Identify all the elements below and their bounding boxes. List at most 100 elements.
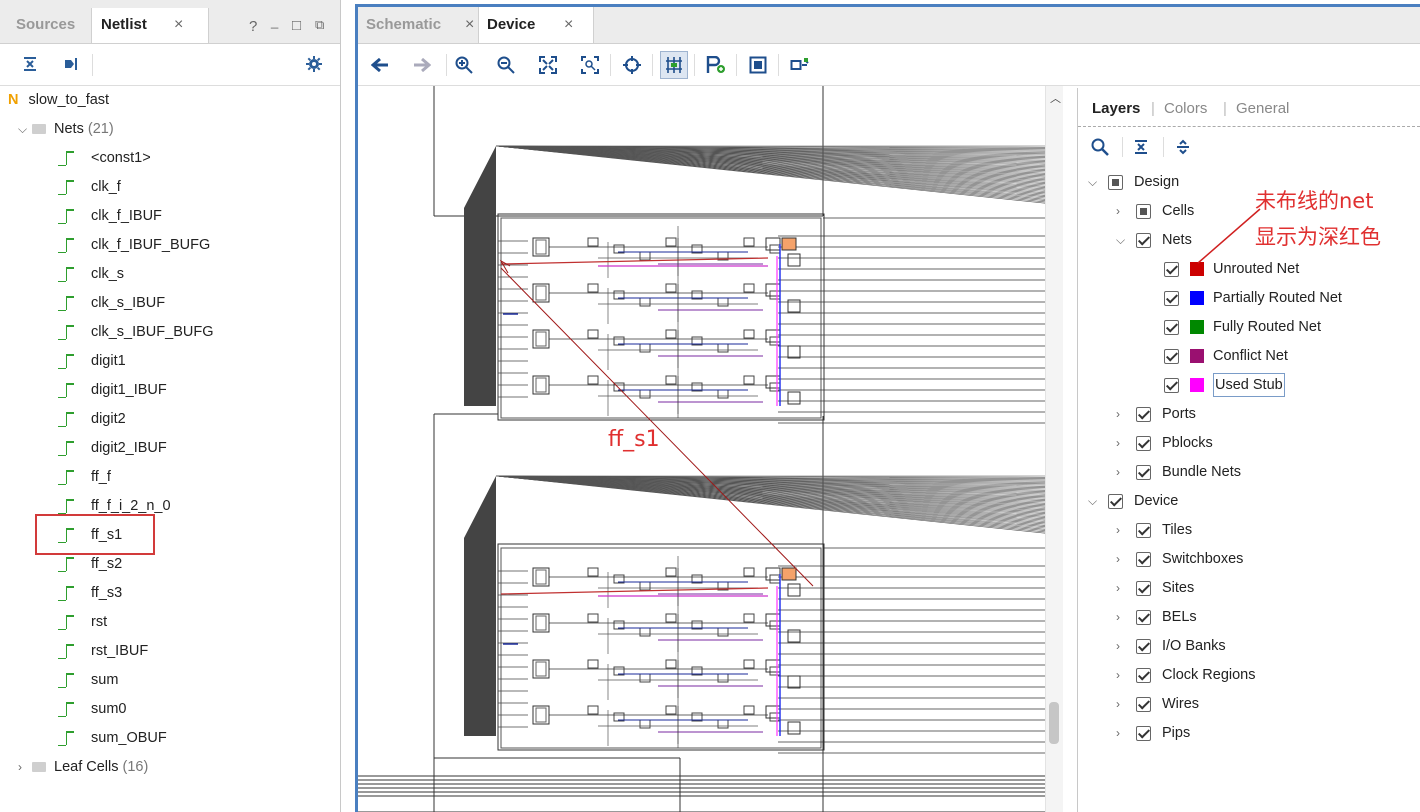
layer-checkbox[interactable] [1136, 696, 1151, 712]
layer-item[interactable]: › Wires [1116, 690, 1199, 719]
pblock-icon[interactable] [744, 51, 772, 79]
layer-item[interactable]: › Sites [1116, 574, 1194, 603]
close-icon[interactable]: × [465, 7, 474, 43]
layer-checkbox[interactable] [1136, 232, 1151, 248]
tree-nets-folder[interactable]: ⌵ Nets (21) [18, 115, 114, 144]
layer-checkbox[interactable] [1136, 522, 1151, 538]
add-pblock-icon[interactable] [702, 51, 730, 79]
collapse-all-icon[interactable] [1127, 133, 1155, 161]
tab-schematic[interactable]: Schematic × [358, 7, 484, 43]
layer-checkbox[interactable] [1164, 319, 1179, 335]
chevron-right-icon[interactable]: › [1116, 429, 1130, 458]
chevron-right-icon[interactable]: › [1116, 632, 1130, 661]
chevron-right-icon[interactable]: › [1116, 458, 1130, 487]
routing-resources-icon[interactable] [660, 51, 688, 79]
color-swatch[interactable] [1190, 320, 1204, 335]
layer-checkbox[interactable] [1164, 348, 1179, 364]
chevron-down-icon[interactable]: ⌵ [1116, 226, 1130, 255]
zoom-selection-icon[interactable] [576, 51, 604, 79]
layer-item[interactable]: › I/O Banks [1116, 632, 1226, 661]
net-item[interactable]: rst [58, 608, 107, 637]
net-item[interactable]: ff_s3 [58, 579, 122, 608]
net-item[interactable]: clk_f [58, 173, 121, 202]
tab-layers[interactable]: Layers [1092, 100, 1140, 117]
tree-root[interactable]: Nslow_to_fast [8, 86, 109, 115]
vertical-scrollbar[interactable]: ︿ [1045, 86, 1063, 812]
net-item[interactable]: digit1 [58, 347, 126, 376]
layer-item[interactable]: Partially Routed Net [1164, 284, 1342, 313]
layer-item[interactable]: ⌵ Nets [1116, 226, 1192, 255]
layer-checkbox[interactable] [1136, 725, 1151, 741]
scrollbar-thumb[interactable] [1049, 702, 1059, 744]
color-swatch[interactable] [1190, 349, 1204, 364]
tree-leaf-cells-folder[interactable]: › Leaf Cells (16) [18, 753, 148, 782]
device-canvas[interactable]: ff_s1 [358, 86, 1045, 812]
chevron-right-icon[interactable]: › [1116, 545, 1130, 574]
back-icon[interactable] [366, 51, 394, 79]
chevron-down-icon[interactable]: ⌵ [18, 115, 32, 144]
layer-item[interactable]: ⌵ Device [1088, 487, 1178, 516]
chevron-right-icon[interactable]: › [1116, 603, 1130, 632]
layer-checkbox[interactable] [1136, 580, 1151, 596]
minimize-icon[interactable]: _ [271, 14, 278, 29]
tab-colors[interactable]: Colors [1164, 100, 1207, 117]
net-item[interactable]: clk_f_IBUF_BUFG [58, 231, 210, 260]
layer-item[interactable]: ⌵ Design [1088, 168, 1179, 197]
chevron-right-icon[interactable]: › [1116, 690, 1130, 719]
chevron-right-icon[interactable]: › [1116, 574, 1130, 603]
float-icon[interactable]: ⧉ [315, 17, 324, 33]
net-item[interactable]: sum_OBUF [58, 724, 167, 753]
layer-item[interactable]: › Bundle Nets [1116, 458, 1241, 487]
tab-sources[interactable]: Sources [7, 8, 84, 43]
layer-item[interactable]: Conflict Net [1164, 342, 1288, 371]
color-swatch[interactable] [1190, 378, 1204, 393]
tab-general[interactable]: General [1236, 100, 1289, 117]
search-icon[interactable] [1086, 133, 1114, 161]
expand-selected-icon[interactable] [57, 50, 85, 78]
zoom-out-icon[interactable] [492, 51, 520, 79]
layer-item[interactable]: Fully Routed Net [1164, 313, 1321, 342]
restore-icon[interactable]: □ [292, 17, 301, 34]
close-icon[interactable]: × [564, 7, 573, 43]
layer-checkbox[interactable] [1164, 377, 1179, 393]
layer-checkbox[interactable] [1108, 174, 1123, 190]
crosshair-icon[interactable] [618, 51, 646, 79]
layer-item[interactable]: › Cells [1116, 197, 1194, 226]
net-item[interactable]: clk_f_IBUF [58, 202, 162, 231]
scroll-up-icon[interactable]: ︿ [1050, 90, 1061, 106]
forward-icon[interactable] [408, 51, 436, 79]
zoom-in-icon[interactable] [450, 51, 478, 79]
layer-checkbox[interactable] [1136, 551, 1151, 567]
layer-item[interactable]: › Ports [1116, 400, 1196, 429]
close-icon[interactable]: × [174, 8, 183, 42]
tab-device[interactable]: Device × [478, 7, 594, 43]
collapse-all-icon[interactable] [16, 50, 44, 78]
layer-item[interactable]: › Pips [1116, 719, 1190, 748]
chevron-right-icon[interactable]: › [1116, 719, 1130, 748]
net-item[interactable]: ff_f [58, 463, 111, 492]
net-item[interactable]: <const1> [58, 144, 151, 173]
layer-item[interactable]: › Clock Regions [1116, 661, 1256, 690]
autofit-icon[interactable] [786, 51, 814, 79]
net-item[interactable]: digit1_IBUF [58, 376, 167, 405]
chevron-right-icon[interactable]: › [1116, 400, 1130, 429]
layer-checkbox[interactable] [1164, 290, 1179, 306]
net-item[interactable]: clk_s_IBUF_BUFG [58, 318, 213, 347]
chevron-right-icon[interactable]: › [18, 753, 32, 782]
color-swatch[interactable] [1190, 291, 1204, 306]
layer-checkbox[interactable] [1136, 638, 1151, 654]
net-item[interactable]: rst_IBUF [58, 637, 148, 666]
fit-icon[interactable] [534, 51, 562, 79]
layer-checkbox[interactable] [1164, 261, 1179, 277]
layer-checkbox[interactable] [1136, 464, 1151, 480]
layer-item[interactable]: Used Stub [1164, 371, 1285, 400]
net-item[interactable]: digit2 [58, 405, 126, 434]
net-item[interactable]: digit2_IBUF [58, 434, 167, 463]
chevron-right-icon[interactable]: › [1116, 516, 1130, 545]
chevron-right-icon[interactable]: › [1116, 661, 1130, 690]
net-item[interactable]: clk_s_IBUF [58, 289, 165, 318]
layer-item[interactable]: › Pblocks [1116, 429, 1213, 458]
layer-item[interactable]: › Tiles [1116, 516, 1192, 545]
chevron-down-icon[interactable]: ⌵ [1088, 487, 1102, 516]
layer-item[interactable]: › Switchboxes [1116, 545, 1243, 574]
